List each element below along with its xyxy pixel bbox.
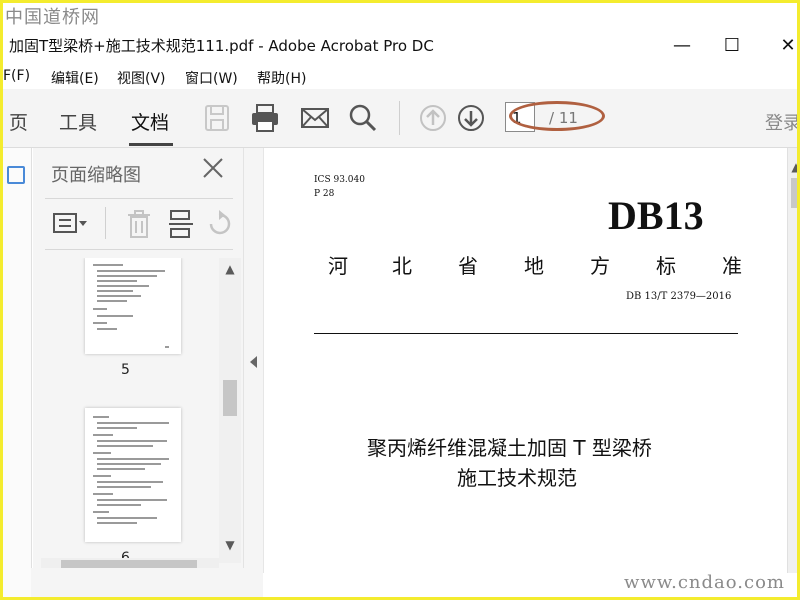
doc-ics-code: ICS 93.040 — [314, 175, 365, 185]
login-link[interactable]: 登录 — [765, 109, 797, 135]
doc-title-line-2: 施工技术规范 — [457, 466, 577, 490]
page-thumbnails-icon[interactable] — [7, 166, 25, 184]
annotation-ellipse — [509, 101, 605, 131]
save-icon[interactable] — [201, 103, 233, 133]
doc-province-char: 方 — [590, 254, 610, 278]
document-page: ICS 93.040 P 28 DB13 河 北 省 地 方 标 准 DB 13… — [263, 148, 788, 573]
scroll-thumb[interactable] — [223, 380, 237, 416]
screenshot-frame: 中国道桥网 加固T型梁桥+施工技术规范111.pdf - Adobe Acrob… — [0, 0, 800, 600]
page-thumbnail-6[interactable] — [85, 408, 181, 542]
doc-province-char: 地 — [524, 254, 544, 278]
options-icon[interactable] — [53, 211, 89, 237]
scroll-down-icon[interactable]: ▼ — [223, 538, 237, 552]
doc-province-char: 河 — [328, 254, 348, 278]
page-thumbnails-panel: 页面缩略图 5 6 ▲ ▼ — [33, 148, 243, 570]
undo-icon[interactable] — [205, 209, 233, 239]
menu-file[interactable]: F(F) — [3, 68, 30, 84]
doc-divider — [314, 333, 738, 334]
doc-province-char: 北 — [392, 254, 412, 278]
toolbar: 页 工具 文档 1 / 11 登录 — [3, 89, 797, 148]
doc-p-code: P 28 — [314, 189, 335, 199]
doc-title-line-1: 聚丙烯纤维混凝土加固 T 型梁桥 — [367, 436, 652, 460]
tab-home[interactable]: 页 — [9, 108, 28, 135]
menu-view[interactable]: 视图(V) — [117, 68, 166, 88]
maximize-button[interactable]: ☐ — [717, 33, 747, 59]
thumbnail-page-number-5: 5 — [121, 362, 130, 378]
document-vertical-scrollbar[interactable]: ▲ — [787, 148, 797, 573]
tab-document[interactable]: 文档 — [131, 108, 169, 135]
page-up-icon[interactable] — [417, 103, 449, 133]
tools-separator — [105, 207, 106, 239]
menu-window[interactable]: 窗口(W) — [185, 68, 238, 88]
mail-icon[interactable] — [299, 103, 331, 133]
page-thumbnail-5[interactable] — [85, 258, 181, 354]
active-tab-indicator — [129, 143, 173, 146]
menu-help[interactable]: 帮助(H) — [257, 68, 306, 88]
close-button[interactable]: ✕ — [773, 33, 797, 59]
doc-province-char: 省 — [458, 254, 478, 278]
panel-footer — [31, 568, 263, 597]
scroll-up-icon[interactable]: ▲ — [223, 262, 237, 276]
thumbnail-vertical-scrollbar[interactable]: ▲ ▼ — [219, 258, 241, 563]
doc-standard-number: DB 13/T 2379—2016 — [626, 291, 732, 302]
doc-province-char: 准 — [722, 254, 742, 278]
watermark-bottom: www.cndao.com — [624, 572, 785, 593]
page-down-icon[interactable] — [455, 103, 487, 133]
doc-scroll-up-icon[interactable]: ▲ — [789, 160, 797, 174]
close-icon[interactable] — [201, 156, 225, 180]
collapse-arrow-icon[interactable] — [250, 356, 257, 368]
window-title: 加固T型梁桥+施工技术规范111.pdf - Adobe Acrobat Pro… — [9, 37, 434, 55]
watermark-top: 中国道桥网 — [5, 7, 100, 28]
left-navigation-strip — [3, 148, 32, 597]
menu-edit[interactable]: 编辑(E) — [51, 68, 99, 88]
horizontal-scroll-thumb[interactable] — [61, 560, 197, 568]
trash-icon[interactable] — [125, 209, 153, 239]
menu-bar: F(F) 编辑(E) 视图(V) 窗口(W) 帮助(H) — [3, 63, 797, 89]
doc-province-char: 标 — [656, 254, 676, 278]
panel-title: 页面缩略图 — [51, 165, 141, 186]
minimize-button[interactable]: — — [667, 33, 697, 59]
tab-tools[interactable]: 工具 — [59, 108, 97, 135]
panel-collapse-handle[interactable] — [243, 148, 264, 568]
doc-logo: DB13 — [608, 193, 704, 238]
toolbar-separator — [399, 101, 400, 135]
search-icon[interactable] — [347, 103, 379, 133]
doc-scroll-thumb[interactable] — [791, 178, 797, 208]
insert-page-icon[interactable] — [167, 209, 195, 239]
panel-toolbar — [45, 198, 233, 250]
print-icon[interactable] — [249, 103, 281, 133]
title-bar: 加固T型梁桥+施工技术规范111.pdf - Adobe Acrobat Pro… — [3, 31, 797, 61]
thumbnail-list: 5 6 — [33, 258, 219, 563]
